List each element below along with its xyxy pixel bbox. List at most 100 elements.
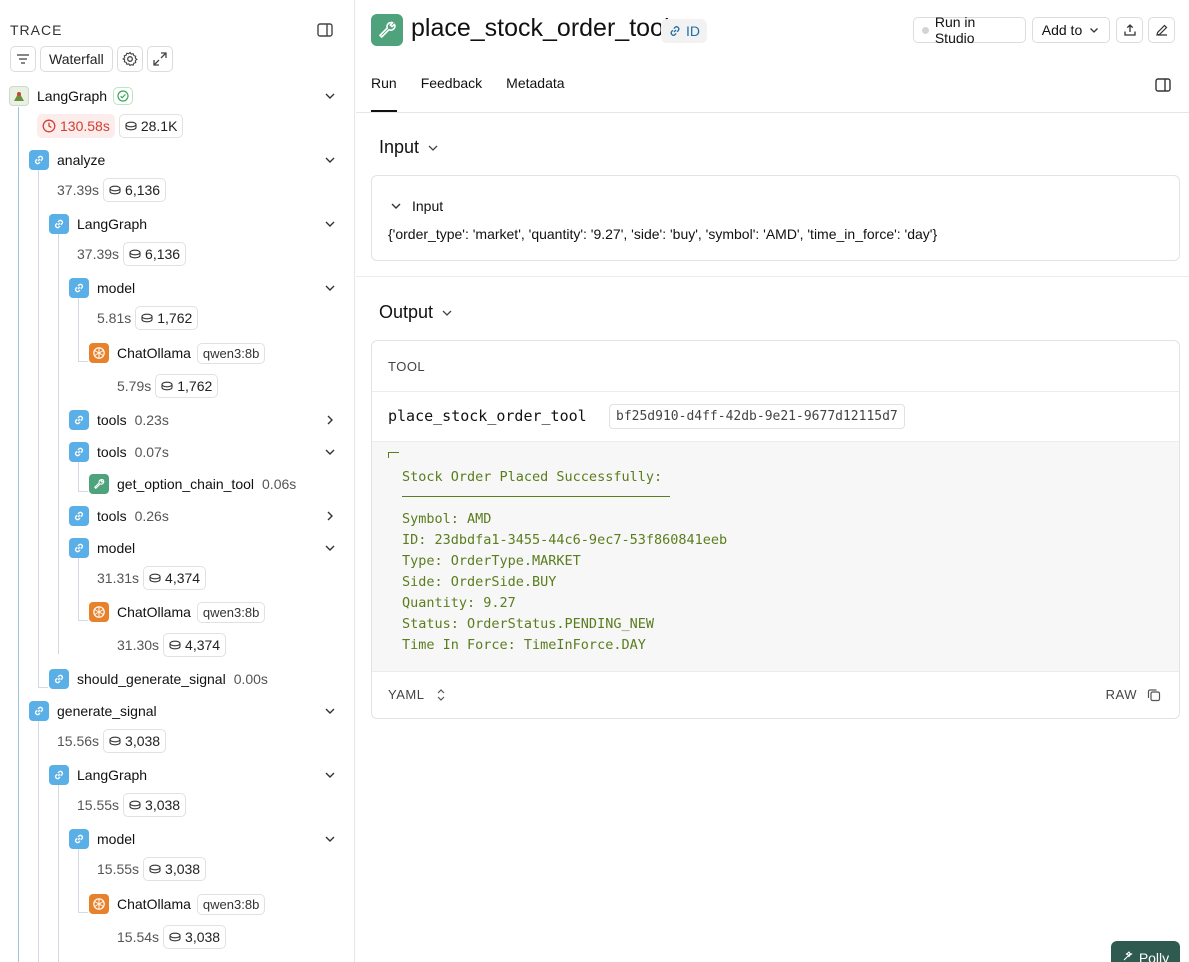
status-badge: [113, 87, 134, 105]
model-tag: qwen3:8b: [196, 601, 266, 623]
filter-icon: [17, 54, 29, 64]
chevron-down-icon[interactable]: [323, 445, 337, 459]
tree-node-get-option-chain-tool[interactable]: get_option_chain_tool 0.06s: [89, 472, 296, 496]
raw-toggle[interactable]: RAW: [1106, 687, 1161, 702]
latency-value: 15.56s: [57, 733, 100, 749]
tree-node-langgraph[interactable]: LangGraph: [49, 212, 147, 236]
input-section-title: Input: [379, 137, 420, 157]
tree-node-tools[interactable]: tools 0.23s: [69, 408, 169, 432]
chevron-down-icon: [442, 310, 452, 316]
tree-node-tools[interactable]: tools 0.07s: [69, 440, 169, 464]
latency-value: 0.07s: [134, 444, 169, 460]
tool-call-id: bf25d910-d4ff-42db-9e21-9677d12115d7: [609, 404, 905, 429]
chevron-down-icon[interactable]: [323, 768, 337, 782]
tree-node-should-generate-signal[interactable]: should_generate_signal 0.00s: [49, 667, 268, 691]
latency-badge: 130.58s: [37, 114, 115, 138]
tree-node-root[interactable]: LangGraph: [9, 84, 134, 108]
tree-node-generate-signal[interactable]: generate_signal: [29, 699, 157, 723]
token-badge: 3,038: [143, 857, 207, 881]
trace-toolbar: Waterfall: [10, 46, 173, 72]
tree-node-label: tools: [97, 412, 127, 428]
format-label: YAML: [388, 687, 425, 702]
settings-button[interactable]: [116, 46, 143, 72]
run-tabs: Run Feedback Metadata: [371, 72, 565, 112]
latency-value: 15.55s: [77, 797, 120, 813]
tokens-icon: [169, 640, 181, 650]
tree-line: [58, 234, 59, 654]
copy-icon[interactable]: [1147, 688, 1161, 702]
box-corner: [388, 452, 399, 458]
trace-panel: TRACE Waterfall LangGraph 130.58s 28.1K …: [0, 0, 355, 962]
tree-line: [38, 170, 39, 688]
latency-value: 5.81s: [97, 310, 132, 326]
tree-node-tools[interactable]: tools 0.26s: [69, 504, 169, 528]
chevron-down-icon[interactable]: [323, 89, 337, 103]
node-meta: 31.30s 4,374: [117, 633, 227, 657]
tree-node-label: ChatOllama: [117, 345, 191, 361]
chevron-down-icon[interactable]: [323, 281, 337, 295]
chevron-down-icon[interactable]: [323, 541, 337, 555]
trace-title: TRACE: [10, 22, 63, 38]
expand-icon: [153, 52, 167, 66]
tree-node-model[interactable]: model: [69, 536, 135, 560]
chevron-down-icon[interactable]: [323, 704, 337, 718]
chain-link-icon: [69, 506, 89, 526]
output-section-toggle[interactable]: Output: [379, 302, 453, 323]
token-badge: 3,038: [123, 793, 187, 817]
waterfall-button[interactable]: Waterfall: [40, 46, 113, 72]
tree-node-label: model: [97, 540, 136, 556]
tree-node-label: generate_signal: [57, 703, 157, 719]
gear-icon: [121, 51, 138, 67]
toggle-panel-icon[interactable]: [1154, 76, 1172, 94]
chevron-down-icon[interactable]: [323, 832, 337, 846]
chevron-up-down-icon: [438, 688, 445, 701]
tokens-icon: [109, 185, 121, 195]
chain-link-icon: [49, 214, 69, 234]
tree-node-chatollama[interactable]: ChatOllama qwen3:8b: [89, 600, 266, 624]
sparkle-icon: [1123, 951, 1133, 961]
chevron-right-icon[interactable]: [323, 413, 337, 427]
copy-id-button[interactable]: ID: [661, 19, 707, 43]
filter-button[interactable]: [10, 46, 36, 72]
expand-button[interactable]: [146, 46, 173, 72]
token-value: 3,038: [185, 929, 221, 945]
tree-node-label: LangGraph: [77, 767, 148, 783]
polly-button[interactable]: Polly: [1111, 941, 1180, 962]
edit-button[interactable]: [1148, 17, 1175, 43]
polly-label: Polly: [1138, 950, 1170, 962]
wrench-icon: [89, 474, 109, 494]
latency-value: 15.54s: [117, 929, 160, 945]
tab-run[interactable]: Run: [371, 72, 397, 112]
tokens-icon: [109, 736, 121, 746]
output-line: Side: OrderSide.BUY: [402, 574, 557, 590]
latency-value: 31.31s: [97, 570, 140, 586]
collapse-panel-icon[interactable]: [316, 21, 334, 39]
share-button[interactable]: [1116, 17, 1143, 43]
tree-node-model[interactable]: model: [69, 827, 135, 851]
tree-node-chatollama[interactable]: ChatOllama qwen3:8b: [89, 341, 266, 365]
tab-metadata[interactable]: Metadata: [506, 72, 564, 112]
tree-node-label: ChatOllama: [117, 896, 191, 912]
llm-icon: [89, 602, 109, 622]
input-card-title: Input: [412, 198, 444, 214]
chevron-down-icon[interactable]: [323, 217, 337, 231]
tree-node-langgraph[interactable]: LangGraph: [49, 763, 147, 787]
chevron-down-icon[interactable]: [323, 153, 337, 167]
token-badge: 4,374: [143, 566, 207, 590]
tab-feedback[interactable]: Feedback: [421, 72, 482, 112]
tree-node-analyze[interactable]: analyze: [29, 148, 105, 172]
wrench-icon: [371, 14, 403, 46]
node-meta: 15.56s 3,038: [57, 729, 167, 753]
format-selector[interactable]: YAML: [388, 687, 446, 702]
input-section-toggle[interactable]: Input: [379, 137, 439, 158]
run-in-studio-button[interactable]: Run in Studio: [913, 14, 1026, 46]
node-meta: 15.55s 3,038: [97, 857, 207, 881]
tree-node-chatollama[interactable]: ChatOllama qwen3:8b: [89, 892, 266, 916]
chevron-right-icon[interactable]: [323, 509, 337, 523]
tokens-icon: [149, 864, 161, 874]
input-card-toggle[interactable]: Input: [390, 198, 443, 214]
node-meta: 37.39s 6,136: [57, 178, 167, 202]
add-to-button[interactable]: Add to: [1032, 17, 1110, 43]
status-dot: [922, 26, 929, 34]
tree-node-model[interactable]: model: [69, 276, 135, 300]
